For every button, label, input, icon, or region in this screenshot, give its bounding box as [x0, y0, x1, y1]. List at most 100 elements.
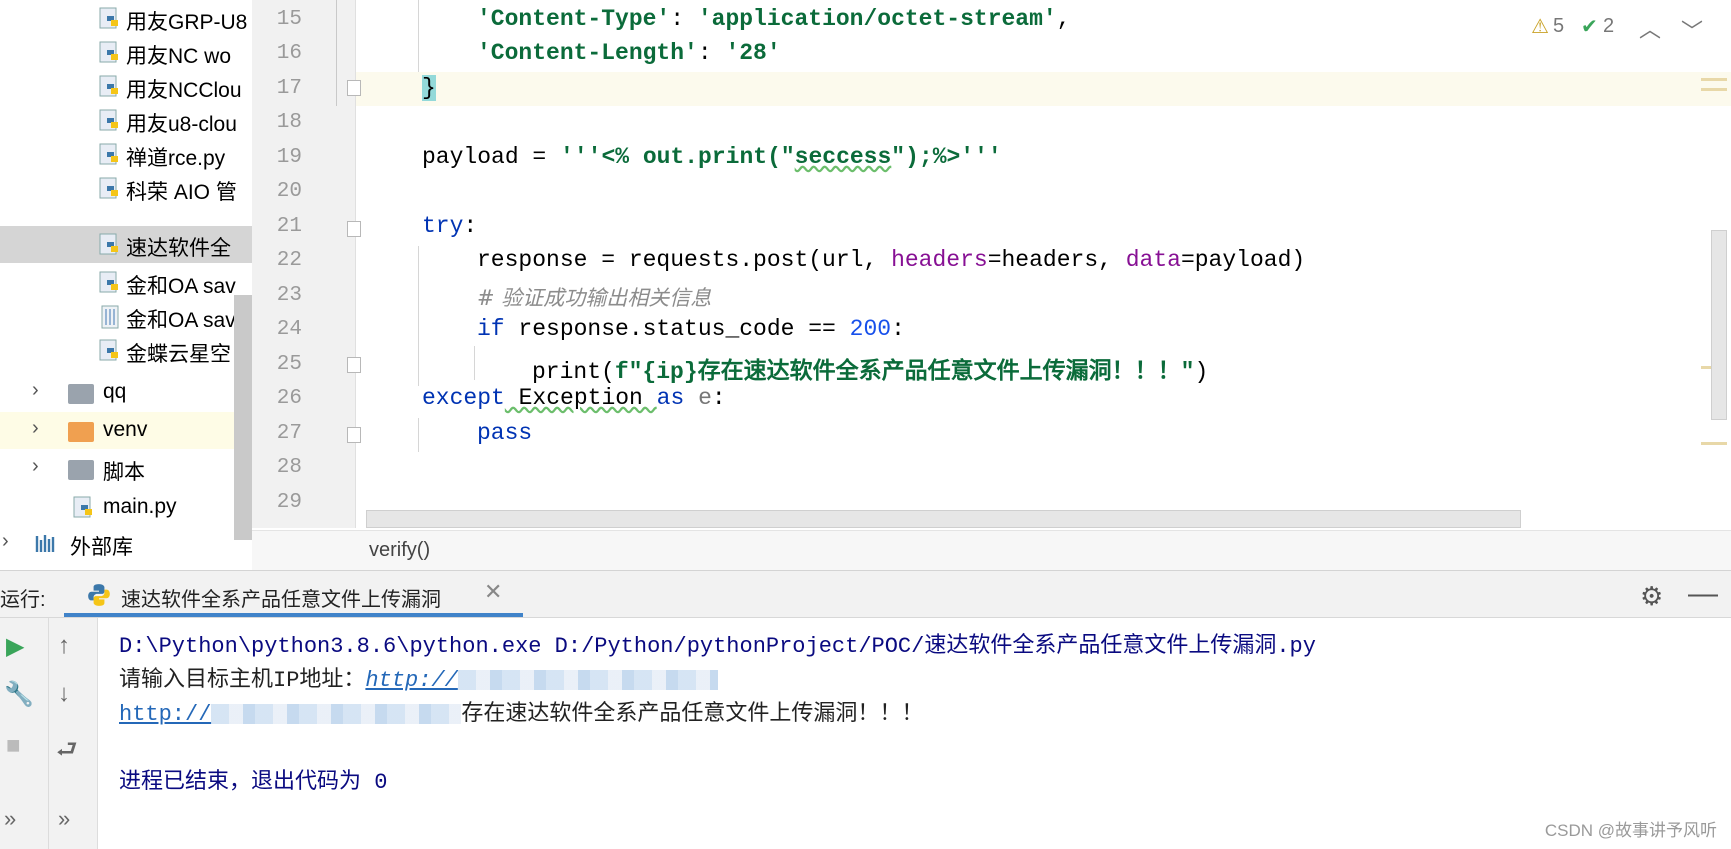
line-number: 19 [276, 146, 302, 169]
output-text: 进程已结束，退出代码为 0 [119, 770, 388, 795]
code-token: try [422, 213, 464, 239]
code-token: response = requests.post(url, [477, 247, 892, 273]
python-file-icon [99, 75, 118, 97]
fold-marker-icon[interactable] [347, 357, 361, 373]
soft-wrap-icon[interactable]: ⮐ [56, 732, 78, 773]
horizontal-scrollbar[interactable] [366, 510, 1521, 528]
stop-icon[interactable]: ■ [6, 732, 21, 760]
chevron-up-icon[interactable]: ︿ [1639, 12, 1661, 44]
minimize-icon[interactable]: — [1688, 577, 1718, 611]
inspection-widget[interactable]: ⚠ 5 ✔ 2 ︿ ﹀ [1531, 12, 1731, 44]
tree-item-label: 用友NC wo [126, 45, 232, 68]
tree-item[interactable]: main.py [0, 489, 252, 526]
more-icon[interactable]: » [4, 806, 16, 832]
redacted-ip [211, 704, 462, 725]
close-icon[interactable]: ✕ [484, 579, 502, 605]
indent-guide [474, 346, 475, 380]
code-token: : [697, 40, 726, 66]
code-token: pass [477, 420, 533, 446]
tree-item-label: qq [103, 380, 127, 403]
vertical-scrollbar[interactable] [1711, 230, 1727, 420]
code-line-16: 'Content-Length': '28' [477, 40, 781, 66]
code-editor[interactable]: 15 16 17 18 19 20 21 22 23 24 25 26 27 2… [252, 0, 1731, 570]
python-file-icon [99, 339, 118, 361]
code-line-23: # 验证成功输出相关信息 [477, 282, 711, 312]
watermark: CSDN @故事讲予风听 [1544, 821, 1717, 840]
gear-icon[interactable]: ⚙ [1640, 581, 1663, 612]
rerun-icon[interactable]: ▶ [6, 632, 24, 661]
code-token: 'Content-Type' [477, 6, 671, 32]
code-token: =payload) [1180, 247, 1306, 273]
more-icon[interactable]: » [58, 806, 70, 832]
chevron-right-icon[interactable]: › [32, 417, 39, 440]
tree-item-label: 金蝶云星空 [126, 343, 231, 366]
code-token: : [711, 385, 726, 411]
indent-guide [418, 246, 419, 386]
output-line-exit: 进程已结束，退出代码为 0 [119, 763, 387, 795]
code-comment: # 验证成功输出相关信息 [477, 286, 712, 310]
arrow-down-icon[interactable]: ↓ [58, 680, 70, 708]
line-number: 22 [276, 249, 302, 272]
line-number: 25 [276, 353, 302, 376]
fold-marker-icon[interactable] [347, 427, 361, 443]
code-line-24: if response.status_code == 200: [477, 316, 905, 342]
tree-item-label: venv [103, 418, 148, 441]
tree-item-label: 金和OA sav [126, 275, 236, 298]
fold-marker-icon[interactable] [347, 221, 361, 237]
run-toolbar: ▶ 🔧 ■ » ↑ ↓ ⮐ » [0, 618, 98, 849]
check-icon: ✔ [1581, 16, 1598, 38]
tree-folder-qq[interactable]: › qq [0, 374, 252, 411]
run-output[interactable]: D:\Python\python3.8.6\python.exe D:/Pyth… [98, 618, 1731, 849]
code-line-25: print(f"{ip}存在速达软件全系产品任意文件上传漏洞！！！") [532, 351, 1208, 385]
project-tree: 用友GRP-U8 用友NC wo 用友NCClou 用友u8-clou 禅道rc… [0, 0, 252, 570]
wrench-icon[interactable]: 🔧 [4, 680, 34, 709]
indent-guide [418, 418, 419, 452]
code-token: =headers, [987, 247, 1126, 273]
line-number: 15 [276, 8, 302, 31]
tree-item[interactable]: 金和OA sav [0, 264, 252, 301]
tree-item[interactable]: 金蝶云星空 [0, 332, 252, 369]
python-file-icon [99, 41, 118, 63]
code-token: if [477, 316, 505, 342]
tree-item[interactable]: 用友NCClou [0, 68, 252, 105]
arrow-up-icon[interactable]: ↑ [58, 632, 70, 660]
run-tab-label: 速达软件全系产品任意文件上传漏洞 [121, 589, 441, 611]
chevron-right-icon[interactable]: › [2, 530, 9, 553]
tree-scrollbar[interactable] [234, 295, 252, 540]
code-line-26: except Exception as e: [422, 385, 726, 411]
tree-folder-venv[interactable]: › venv [0, 412, 252, 449]
tree-item-selected[interactable]: 速达软件全 [0, 226, 252, 263]
code-token: except [422, 385, 505, 411]
tree-item[interactable]: 科荣 AIO 管 [0, 170, 252, 207]
chevron-right-icon[interactable]: › [32, 379, 39, 402]
python-file-icon [99, 233, 118, 255]
chevron-down-icon[interactable]: ﹀ [1681, 14, 1703, 46]
library-icon [35, 535, 55, 552]
chevron-right-icon[interactable]: › [32, 455, 39, 478]
redacted-ip [457, 670, 718, 691]
line-number: 23 [276, 284, 302, 307]
tree-external-libraries[interactable]: › 外部库 [0, 525, 252, 562]
output-line-result: http:// 存在速达软件全系产品任意文件上传漏洞！！！ [119, 695, 923, 727]
tree-folder-scripts[interactable]: › 脚本 [0, 450, 252, 487]
scroll-marker [1701, 78, 1727, 81]
tree-item[interactable]: 金和OA sav [0, 298, 252, 335]
code-token: '''<% out.print(" [560, 144, 795, 170]
run-tab[interactable]: 速达软件全系产品任意文件上传漏洞 ✕ [64, 571, 523, 617]
code-token: e [684, 385, 712, 411]
code-token: print( [532, 359, 615, 385]
python-file-icon [99, 271, 118, 293]
url-link: http:// [365, 668, 458, 693]
breadcrumb-item[interactable]: verify() [369, 539, 430, 562]
tree-item[interactable]: 禅道rce.py [0, 136, 252, 173]
tree-item[interactable]: 用友NC wo [0, 34, 252, 71]
tree-item-label: 金和OA sav [126, 309, 236, 332]
fold-marker-icon[interactable] [347, 80, 361, 96]
tree-item[interactable]: 用友u8-clou [0, 102, 252, 139]
scroll-marker [1701, 88, 1727, 91]
line-number: 17 [276, 77, 302, 100]
ok-count: 2 [1603, 15, 1615, 37]
scroll-marker [1701, 442, 1727, 445]
tree-item[interactable]: 用友GRP-U8 [0, 0, 252, 37]
warning-icon: ⚠ [1531, 16, 1549, 38]
